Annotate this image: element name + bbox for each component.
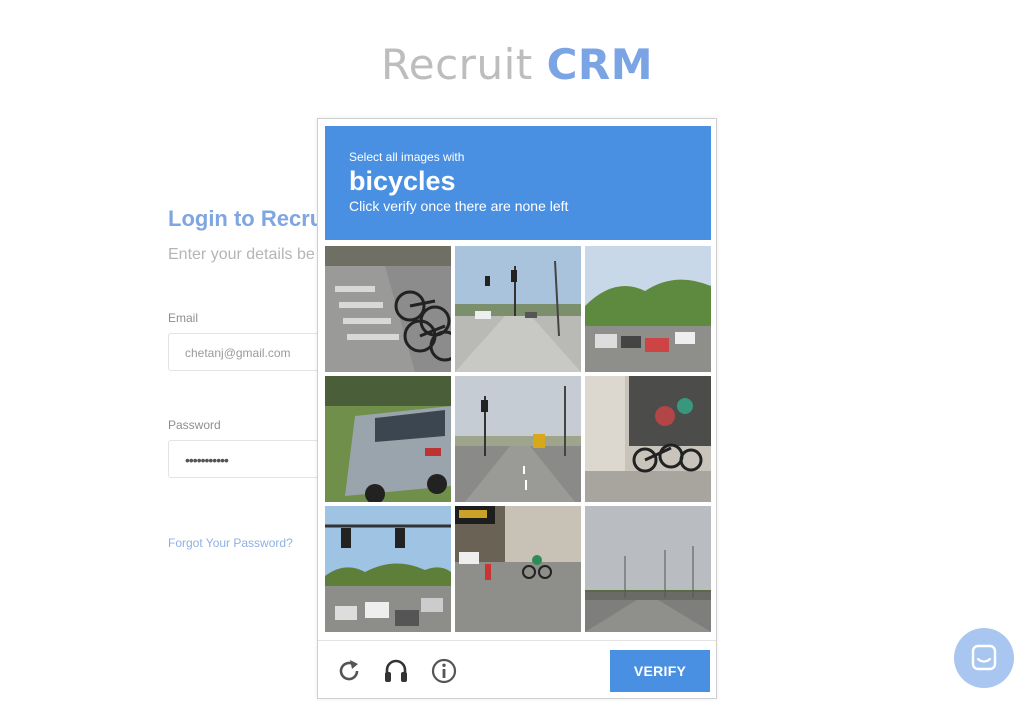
- street-hills-photo: [585, 246, 711, 372]
- info-icon[interactable]: [431, 658, 457, 684]
- reload-icon[interactable]: [336, 658, 362, 684]
- captcha-image-grid: [325, 246, 711, 632]
- bicycle-street-photo: [325, 246, 451, 372]
- intersection-photo: [455, 246, 581, 372]
- login-subtitle: Enter your details be: [168, 246, 315, 263]
- highway-overpass-photo: [585, 506, 711, 632]
- captcha-tile-4[interactable]: [325, 376, 451, 502]
- captcha-tile-2[interactable]: [455, 246, 581, 372]
- storefront-bicycles-photo: [585, 376, 711, 502]
- captcha-tile-9[interactable]: [585, 506, 711, 632]
- logo-word-recruit: Recruit: [380, 40, 533, 89]
- logo-word-crm: CRM: [546, 40, 654, 89]
- email-label: Email: [168, 311, 199, 325]
- captcha-hint: Click verify once there are none left: [349, 198, 569, 214]
- captcha-tile-7[interactable]: [325, 506, 451, 632]
- forgot-password-link[interactable]: Forgot Your Password?: [168, 536, 293, 550]
- chat-launcher-button[interactable]: [954, 628, 1014, 688]
- traffic-light-cars-photo: [325, 506, 451, 632]
- verify-button[interactable]: VERIFY: [610, 650, 710, 692]
- cyclist-street-photo: [455, 506, 581, 632]
- chat-icon: [971, 644, 997, 671]
- login-title: Login to Recrui: [168, 206, 330, 231]
- password-label: Password: [168, 418, 221, 432]
- recruit-crm-logo: Recruit CRM: [0, 40, 1034, 89]
- captcha-header: Select all images with bicycles Click ve…: [325, 126, 711, 240]
- captcha-target-word: bicycles: [349, 166, 456, 196]
- captcha-tile-5[interactable]: [455, 376, 581, 502]
- minivan-photo: [325, 376, 451, 502]
- captcha-tile-1[interactable]: [325, 246, 451, 372]
- captcha-tile-3[interactable]: [585, 246, 711, 372]
- captcha-instruction: Select all images with: [349, 150, 465, 164]
- captcha-footer: VERIFY: [318, 640, 716, 699]
- road-bus-photo: [455, 376, 581, 502]
- captcha-tile-6[interactable]: [585, 376, 711, 502]
- captcha-tile-8[interactable]: [455, 506, 581, 632]
- audio-icon[interactable]: [383, 658, 409, 684]
- recaptcha-challenge: Select all images with bicycles Click ve…: [317, 118, 717, 699]
